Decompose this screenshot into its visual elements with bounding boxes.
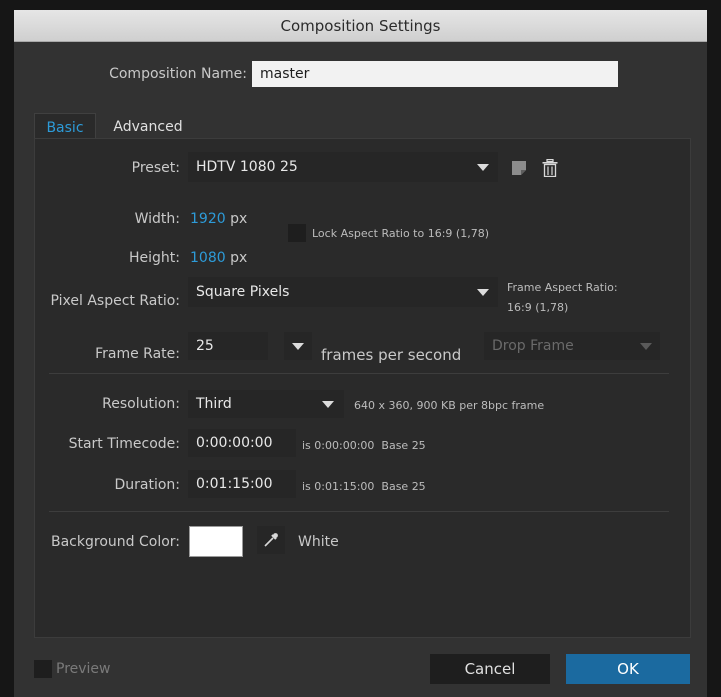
preset-dropdown[interactable]: HDTV 1080 25 bbox=[188, 152, 498, 182]
frame-aspect-value: 16:9 (1,78) bbox=[507, 301, 569, 314]
pixel-aspect-label: Pixel Aspect Ratio: bbox=[50, 293, 181, 309]
background-color-name: White bbox=[298, 534, 339, 550]
frame-rate-preset-dropdown[interactable] bbox=[284, 332, 312, 360]
section-divider bbox=[49, 511, 669, 512]
tab-advanced[interactable]: Advanced bbox=[98, 113, 198, 141]
drop-frame-value: Drop Frame bbox=[492, 338, 574, 354]
ok-button[interactable]: OK bbox=[566, 654, 690, 684]
width-unit: px bbox=[230, 211, 248, 227]
dialog-titlebar: Composition Settings bbox=[14, 10, 707, 42]
frame-aspect-label: Frame Aspect Ratio: bbox=[507, 281, 618, 294]
chevron-down-icon bbox=[477, 164, 489, 171]
preview-label: Preview bbox=[56, 661, 111, 677]
pixel-aspect-value: Square Pixels bbox=[196, 284, 290, 300]
eyedropper-icon bbox=[264, 533, 278, 547]
frame-rate-input[interactable]: 25 bbox=[188, 332, 268, 360]
dialog-title: Composition Settings bbox=[280, 16, 441, 35]
preset-label: Preset: bbox=[131, 160, 180, 176]
composition-settings-dialog: Composition Settings Composition Name: m… bbox=[14, 10, 707, 697]
width-field[interactable]: 1920 px bbox=[190, 211, 247, 227]
preview-checkbox[interactable] bbox=[34, 660, 52, 678]
duration-label: Duration: bbox=[114, 477, 180, 493]
frame-rate-label: Frame Rate: bbox=[95, 346, 180, 362]
composition-name-input[interactable]: master bbox=[252, 61, 618, 87]
resolution-label: Resolution: bbox=[102, 396, 180, 412]
duration-info: is 0:01:15:00 Base 25 bbox=[302, 480, 426, 493]
lock-aspect-checkbox[interactable] bbox=[288, 224, 306, 242]
duration-input[interactable]: 0:01:15:00 bbox=[188, 470, 296, 498]
chevron-down-icon bbox=[322, 401, 334, 408]
start-timecode-label: Start Timecode: bbox=[68, 436, 180, 452]
eyedropper-button[interactable] bbox=[257, 526, 285, 554]
frame-rate-unit: frames per second bbox=[321, 346, 462, 364]
height-unit: px bbox=[230, 250, 248, 266]
lock-aspect-label: Lock Aspect Ratio to 16:9 (1,78) bbox=[312, 227, 489, 240]
duration-info-base: Base 25 bbox=[381, 480, 426, 493]
chevron-down-icon bbox=[292, 343, 304, 350]
start-timecode-info: is 0:00:00:00 Base 25 bbox=[302, 439, 426, 452]
preset-value: HDTV 1080 25 bbox=[196, 159, 298, 175]
start-timecode-info-base: Base 25 bbox=[381, 439, 426, 452]
trash-icon[interactable] bbox=[540, 158, 560, 178]
width-label: Width: bbox=[134, 211, 180, 227]
height-field[interactable]: 1080 px bbox=[190, 250, 247, 266]
background-color-label: Background Color: bbox=[51, 534, 180, 550]
duration-info-prefix: is 0:01:15:00 bbox=[302, 480, 375, 493]
resolution-dropdown[interactable]: Third bbox=[188, 390, 344, 418]
chevron-down-icon bbox=[477, 289, 489, 296]
basic-settings-panel bbox=[34, 138, 691, 638]
height-label: Height: bbox=[129, 250, 180, 266]
background-color-swatch[interactable] bbox=[189, 526, 243, 557]
width-value[interactable]: 1920 bbox=[190, 211, 226, 227]
start-timecode-info-prefix: is 0:00:00:00 bbox=[302, 439, 375, 452]
cancel-button[interactable]: Cancel bbox=[430, 654, 550, 684]
composition-name-label: Composition Name: bbox=[109, 66, 247, 82]
drop-frame-dropdown: Drop Frame bbox=[484, 332, 660, 360]
start-timecode-input[interactable]: 0:00:00:00 bbox=[188, 429, 296, 457]
resolution-info: 640 x 360, 900 KB per 8bpc frame bbox=[354, 399, 545, 412]
pixel-aspect-dropdown[interactable]: Square Pixels bbox=[188, 277, 498, 307]
resolution-value: Third bbox=[196, 396, 232, 412]
height-value[interactable]: 1080 bbox=[190, 250, 226, 266]
save-preset-icon[interactable] bbox=[510, 159, 528, 177]
section-divider bbox=[49, 373, 669, 374]
chevron-down-icon bbox=[640, 343, 652, 350]
